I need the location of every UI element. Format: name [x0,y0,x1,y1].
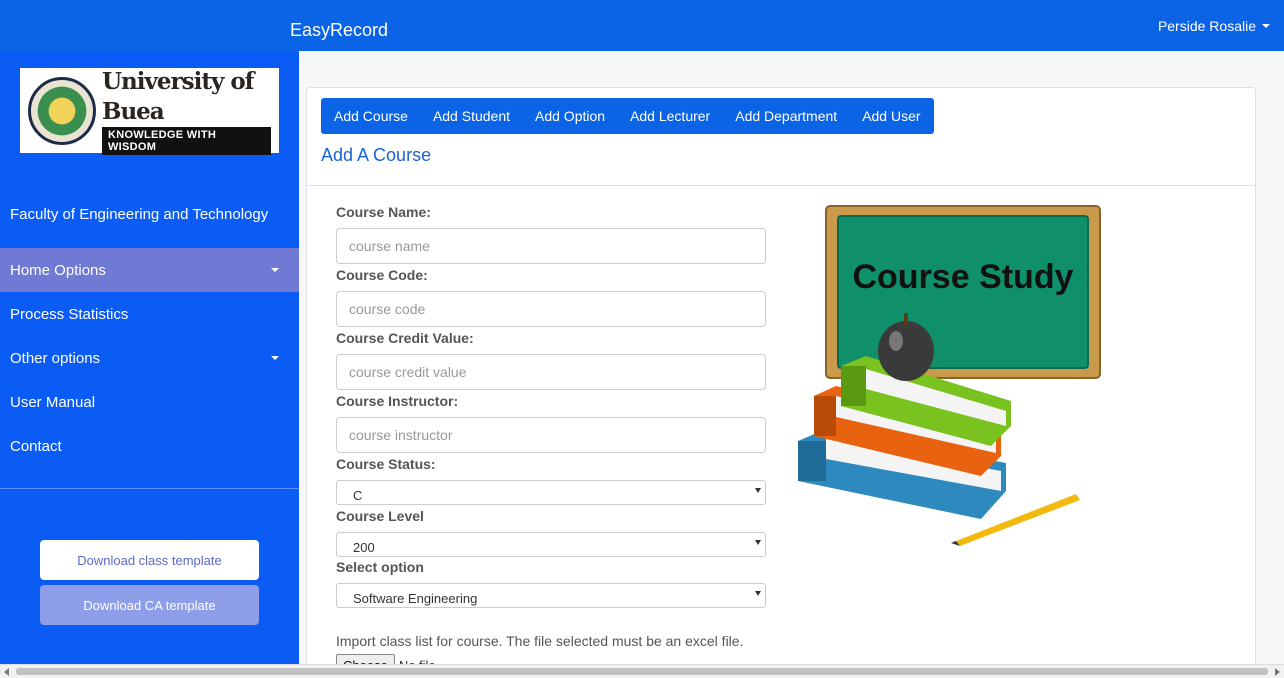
board-text: Course Study [852,258,1073,296]
course-level-label: Course Level [336,508,424,524]
brand-title[interactable]: EasyRecord [290,20,388,41]
sidebar-item-label: Contact [10,437,62,455]
panel-title: Add A Course [321,145,432,165]
university-seal-icon [28,76,96,145]
horizontal-scrollbar[interactable] [0,664,1284,678]
course-credit-label: Course Credit Value: [336,330,474,346]
dropdown-arrow-icon [755,540,761,545]
add-course-panel: Add Course Add Student Add Option Add Le… [306,87,1256,678]
download-class-template-button[interactable]: Download class template [40,540,259,580]
sidebar-item-other-options[interactable]: Other options [0,336,299,380]
tab-add-lecturer[interactable]: Add Lecturer [630,108,710,124]
course-status-select[interactable]: C [336,480,766,505]
sidebar-item-process-statistics[interactable]: Process Statistics [0,292,299,336]
top-navbar: EasyRecord Perside Rosalie [0,0,1284,51]
panel-divider [307,185,1255,186]
dropdown-arrow-icon [755,591,761,596]
sidebar-item-label: Home Options [10,261,106,279]
tab-add-department[interactable]: Add Department [735,108,837,124]
sidebar-item-contact[interactable]: Contact [0,424,299,468]
sidebar-item-user-manual[interactable]: User Manual [0,380,299,424]
action-tabs: Add Course Add Student Add Option Add Le… [321,98,934,134]
caret-down-icon [1262,24,1270,28]
course-instructor-label: Course Instructor: [336,393,459,409]
course-study-illustration: Course Study [798,205,1101,546]
user-menu[interactable]: Perside Rosalie [1158,18,1270,34]
dropdown-arrow-icon [755,488,761,493]
university-logo: University of Buea KNOWLEDGE WITH WISDOM [20,67,279,155]
scroll-right-icon[interactable] [1275,668,1280,676]
course-status-label: Course Status: [336,456,436,472]
course-status-value: C [353,488,363,503]
caret-down-icon [271,356,279,360]
course-name-input[interactable]: course name [336,228,766,264]
scroll-left-icon[interactable] [4,668,9,676]
sidebar-item-label: Other options [10,349,101,367]
logo-motto: KNOWLEDGE WITH WISDOM [102,126,271,155]
tab-add-student[interactable]: Add Student [433,108,510,124]
download-ca-template-button[interactable]: Download CA template [40,585,259,625]
caret-down-icon [271,268,279,272]
user-name: Perside Rosalie [1157,18,1256,34]
course-instructor-input[interactable]: course instructor [336,417,766,453]
sidebar-nav: Home Options Process Statistics Other op… [0,248,299,468]
sidebar-item-home-options[interactable]: Home Options [0,248,299,292]
sidebar: University of Buea KNOWLEDGE WITH WISDOM… [0,51,299,678]
tab-add-option[interactable]: Add Option [535,108,605,124]
sidebar-divider [0,488,299,489]
course-credit-input[interactable]: course credit value [336,354,766,390]
faculty-name: Faculty of Engineering and Technology [10,206,269,223]
course-code-input[interactable]: course code [336,291,766,327]
course-code-label: Course Code: [336,267,428,283]
tab-add-user[interactable]: Add User [862,108,920,124]
import-note: Import class list for course. The file s… [336,633,744,649]
sidebar-item-label: User Manual [10,393,96,411]
course-name-label: Course Name: [336,204,431,220]
option-select[interactable]: Software Engineering [336,583,766,608]
logo-university-name: University of Buea [102,67,255,125]
select-option-label: Select option [336,559,424,575]
course-level-value: 200 [353,540,375,555]
tab-add-course[interactable]: Add Course [334,108,408,124]
scrollbar-thumb[interactable] [16,668,1268,675]
sidebar-item-label: Process Statistics [10,305,129,323]
option-value: Software Engineering [353,591,478,606]
course-level-select[interactable]: 200 [336,532,766,557]
